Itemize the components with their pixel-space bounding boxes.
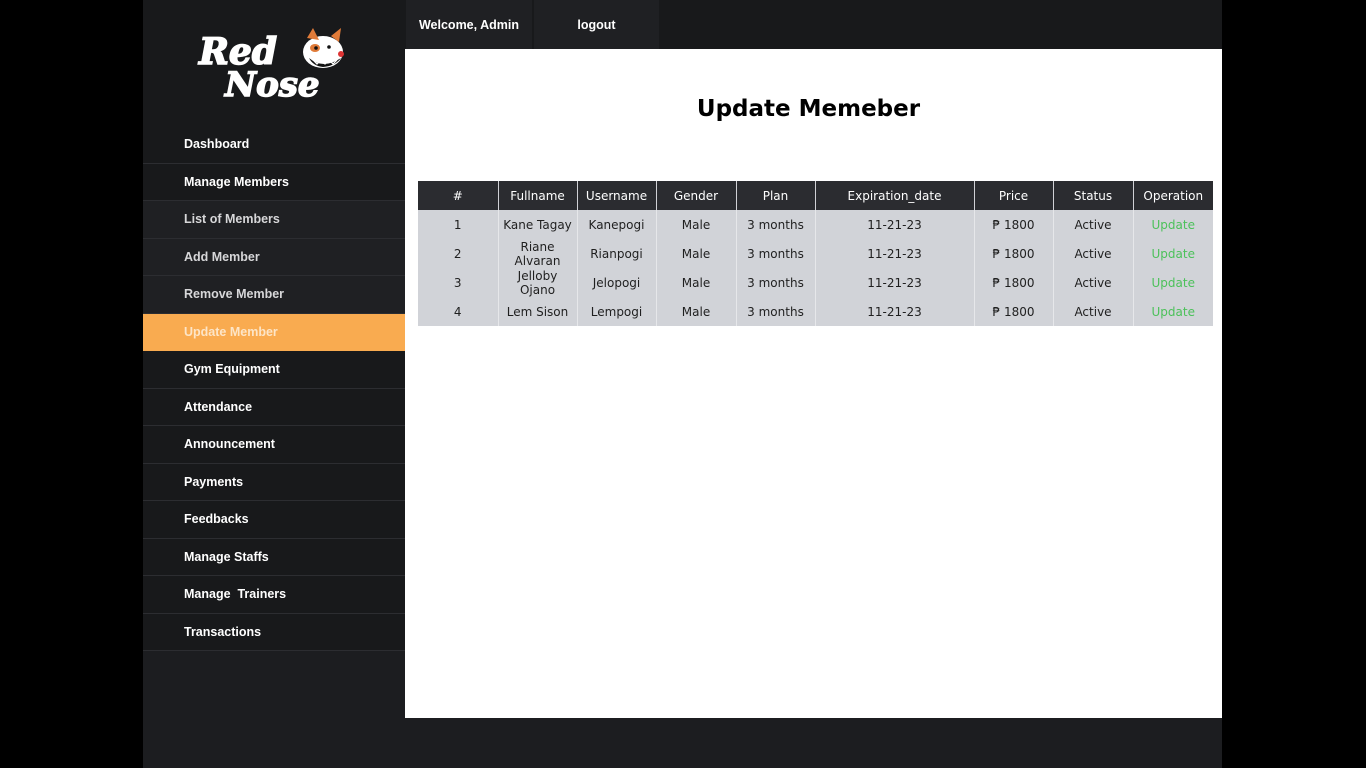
cell-username: Rianpogi	[577, 239, 657, 268]
sidebar-item-label: Feedbacks	[184, 512, 249, 527]
sidebar-item-label: Manage Staffs	[184, 549, 269, 564]
column-header-gender: Gender	[656, 181, 737, 210]
sidebar-item-update-member[interactable]: Update Member	[143, 313, 405, 351]
sidebar-item-manage-members[interactable]: Manage Members	[143, 163, 405, 201]
sidebar-item-gym-equipment[interactable]: Gym Equipment	[143, 351, 405, 389]
column-header-price: Price	[974, 181, 1054, 210]
table-row: 3 Jelloby Ojano Jelopogi Male 3 months 1…	[418, 268, 1213, 297]
sidebar-item-label: List of Members	[184, 212, 280, 227]
cell-gender: Male	[656, 268, 737, 297]
red-nose-logo-icon: Red Nose	[197, 28, 344, 102]
table-row: 1 Kane Tagay Kanepogi Male 3 months 11-2…	[418, 210, 1213, 239]
update-link[interactable]: Update	[1133, 239, 1213, 268]
cell-status: Active	[1053, 297, 1134, 326]
cell-status: Active	[1053, 268, 1134, 297]
cell-fullname: Kane Tagay	[498, 210, 578, 239]
column-header-status: Status	[1053, 181, 1134, 210]
sidebar-item-transactions[interactable]: Transactions	[143, 613, 405, 651]
sidebar-item-label: Add Member	[184, 249, 260, 264]
cell-plan: 3 months	[736, 210, 816, 239]
brand-logo: Red Nose	[143, 0, 405, 126]
members-table: # Fullname Username Gender Plan Expirati…	[418, 181, 1213, 326]
sidebar-item-label: Dashboard	[184, 137, 250, 152]
cell-fullname: Lem Sison	[498, 297, 578, 326]
table-row: 2 Riane Alvaran Rianpogi Male 3 months 1…	[418, 239, 1213, 268]
cell-username: Kanepogi	[577, 210, 657, 239]
sidebar-item-label: Attendance	[184, 399, 253, 414]
sidebar: Red Nose Dashboard Manage Members List o…	[143, 0, 405, 768]
column-header-operation: Operation	[1133, 181, 1213, 210]
cell-gender: Male	[656, 210, 737, 239]
sidebar-item-label: Update Member	[184, 324, 278, 339]
sidebar-item-payments[interactable]: Payments	[143, 463, 405, 501]
cell-fullname: Riane Alvaran	[498, 239, 578, 268]
cell-username: Jelopogi	[577, 268, 657, 297]
update-link[interactable]: Update	[1133, 210, 1213, 239]
page-title: Update Memeber	[696, 96, 921, 122]
sidebar-item-attendance[interactable]: Attendance	[143, 388, 405, 426]
cell-plan: 3 months	[736, 297, 816, 326]
table-header-row: # Fullname Username Gender Plan Expirati…	[418, 181, 1213, 210]
cell-username: Lempogi	[577, 297, 657, 326]
sidebar-item-label: Gym Equipment	[184, 362, 280, 377]
cell-number: 4	[418, 297, 499, 326]
column-header-number: #	[418, 181, 499, 210]
column-header-expiration-date: Expiration_date	[815, 181, 975, 210]
cell-expiration-date: 11-21-23	[815, 297, 975, 326]
cell-plan: 3 months	[736, 239, 816, 268]
table-row: 4 Lem Sison Lempogi Male 3 months 11-21-…	[418, 297, 1213, 326]
sidebar-nav: Dashboard Manage Members List of Members…	[143, 126, 405, 651]
column-header-plan: Plan	[736, 181, 816, 210]
sidebar-item-add-member[interactable]: Add Member	[143, 238, 405, 276]
sidebar-item-manage-trainers[interactable]: Manage Trainers	[143, 576, 405, 614]
sidebar-item-announcement[interactable]: Announcement	[143, 426, 405, 464]
cell-expiration-date: 11-21-23	[815, 268, 975, 297]
sidebar-item-list-of-members[interactable]: List of Members	[143, 201, 405, 239]
cell-price: ₱ 1800	[974, 297, 1054, 326]
update-link[interactable]: Update	[1133, 268, 1213, 297]
column-header-username: Username	[577, 181, 657, 210]
sidebar-item-feedbacks[interactable]: Feedbacks	[143, 501, 405, 539]
welcome-label: Welcome, Admin	[406, 0, 532, 49]
cell-expiration-date: 11-21-23	[815, 210, 975, 239]
cell-number: 2	[418, 239, 499, 268]
top-bar: Welcome, Admin logout	[405, 0, 1222, 49]
sidebar-item-label: Payments	[184, 474, 244, 489]
cell-gender: Male	[656, 239, 737, 268]
svg-text:Nose: Nose	[224, 65, 320, 102]
sidebar-item-label: Manage Trainers	[184, 587, 287, 602]
logout-button[interactable]: logout	[534, 0, 659, 49]
cell-expiration-date: 11-21-23	[815, 239, 975, 268]
sidebar-item-dashboard[interactable]: Dashboard	[143, 126, 405, 164]
sidebar-item-remove-member[interactable]: Remove Member	[143, 276, 405, 314]
column-header-fullname: Fullname	[498, 181, 578, 210]
update-link[interactable]: Update	[1133, 297, 1213, 326]
cell-fullname: Jelloby Ojano	[498, 268, 578, 297]
cell-plan: 3 months	[736, 268, 816, 297]
sidebar-item-manage-staffs[interactable]: Manage Staffs	[143, 538, 405, 576]
cell-status: Active	[1053, 239, 1134, 268]
cell-number: 3	[418, 268, 499, 297]
sidebar-item-label: Announcement	[184, 437, 275, 452]
cell-price: ₱ 1800	[974, 268, 1054, 297]
cell-status: Active	[1053, 210, 1134, 239]
cell-price: ₱ 1800	[974, 239, 1054, 268]
sidebar-item-label: Remove Member	[184, 287, 285, 302]
cell-price: ₱ 1800	[974, 210, 1054, 239]
cell-gender: Male	[656, 297, 737, 326]
main-content: Update Memeber # Fullname Username Gende…	[405, 49, 1222, 718]
cell-number: 1	[418, 210, 499, 239]
sidebar-item-label: Manage Members	[184, 174, 289, 189]
sidebar-item-label: Transactions	[184, 624, 262, 639]
